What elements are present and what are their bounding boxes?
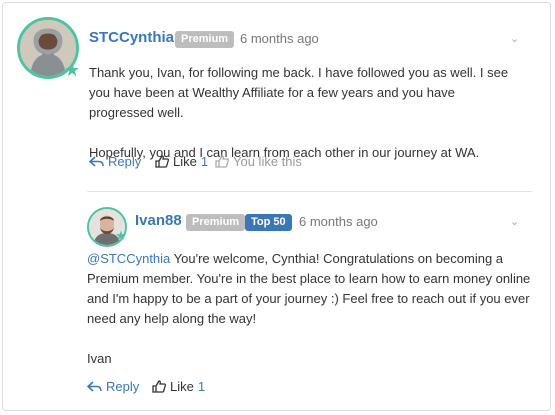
thumbs-up-icon — [215, 155, 229, 168]
like-count: 1 — [197, 379, 206, 394]
comment-paragraph-2: Hopefully, you and I can learn from each… — [89, 145, 480, 160]
premium-badge: Premium — [186, 214, 246, 231]
like-count: 1 — [200, 154, 209, 169]
star-icon: ★ — [64, 60, 81, 80]
author-name[interactable]: STCCynthia — [89, 29, 174, 46]
author-name[interactable]: Ivan88 — [135, 212, 182, 229]
you-like-this: You like this — [215, 154, 302, 169]
reply-signature: Ivan — [87, 351, 112, 366]
you-like-label: You like this — [233, 154, 302, 169]
like-button[interactable]: Like 1 — [152, 379, 205, 394]
comment-paragraph-1: Thank you, Ivan, for following me back. … — [89, 65, 509, 120]
premium-badge: Premium — [175, 31, 235, 48]
comment-thread: ★ STCCynthia Premium 6 months ago ⌄ Than… — [2, 2, 551, 411]
reply-icon — [87, 380, 102, 392]
comment-body: Thank you, Ivan, for following me back. … — [89, 63, 519, 163]
reply-button[interactable]: Reply — [87, 379, 139, 394]
rank-badge: Top 50 — [245, 214, 292, 231]
timestamp: 6 months ago — [240, 31, 319, 46]
star-icon: ★ — [115, 228, 127, 243]
chevron-down-icon[interactable]: ⌄ — [510, 32, 519, 45]
reply-label: Reply — [106, 379, 140, 394]
thumbs-up-icon — [152, 380, 166, 393]
thumbs-up-icon — [155, 155, 169, 168]
like-label: Like — [170, 379, 194, 394]
reply-icon — [89, 155, 104, 167]
like-button[interactable]: Like 1 — [155, 154, 208, 169]
reply-paragraph: @STCCynthia You're welcome, Cynthia! Con… — [87, 249, 533, 329]
timestamp: 6 months ago — [299, 214, 378, 229]
reply-label: Reply — [108, 154, 142, 169]
chevron-down-icon[interactable]: ⌄ — [510, 215, 519, 228]
divider — [87, 191, 532, 192]
mention-link[interactable]: @STCCynthia — [87, 251, 170, 266]
reply-body: @STCCynthia You're welcome, Cynthia! Con… — [87, 249, 533, 369]
like-label: Like — [173, 154, 197, 169]
reply-button[interactable]: Reply — [89, 154, 141, 169]
